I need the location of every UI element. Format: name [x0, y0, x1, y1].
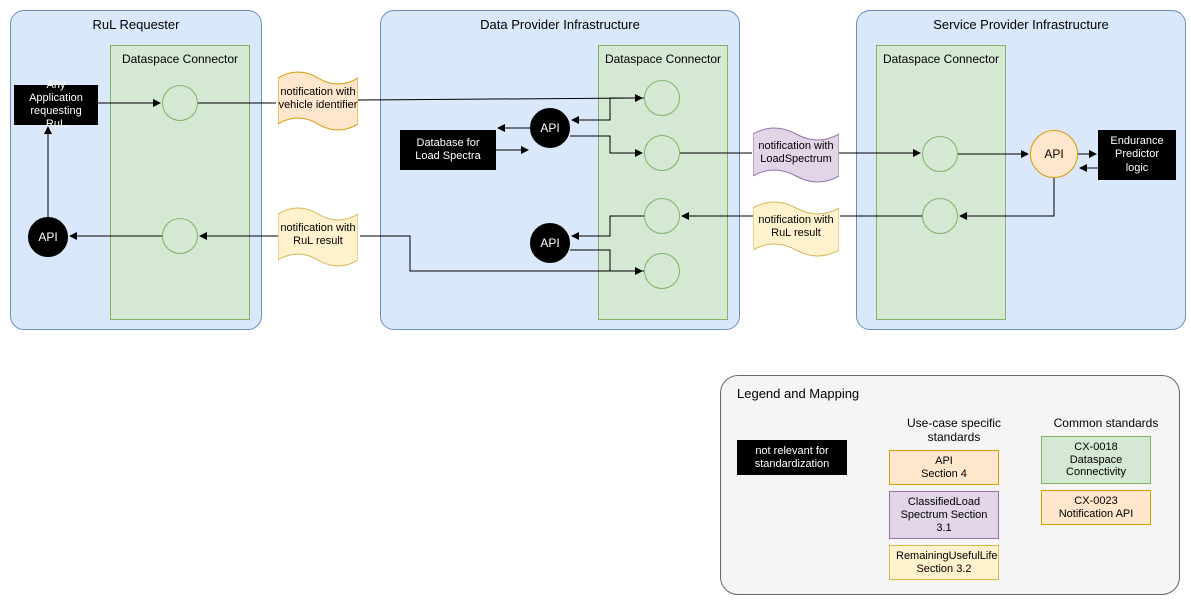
- legend-cx23: CX-0023 Notification API: [1041, 490, 1151, 525]
- database-label: Database for Load Spectra: [405, 137, 491, 163]
- legend-rul-text: RemainingUsefulLife Section 3.2: [896, 550, 998, 575]
- endurance-block: Endurance Predictor logic: [1098, 130, 1176, 180]
- zone-sp-title: Service Provider Infrastructure: [857, 17, 1185, 32]
- legend-panel: Legend and Mapping not relevant for stan…: [720, 375, 1180, 595]
- legend-cx23-text: CX-0023 Notification API: [1059, 495, 1134, 520]
- connector-rul-title: Dataspace Connector: [111, 52, 249, 66]
- sp-api-circle: API: [1030, 130, 1078, 178]
- legend-cx18-text: CX-0018 Dataspace Connectivity: [1066, 441, 1126, 478]
- dp-api-2: API: [530, 223, 570, 263]
- legend-cx18: CX-0018 Dataspace Connectivity: [1041, 436, 1151, 484]
- any-application-label: Any Application requesting RuL: [19, 79, 93, 132]
- legend-api-text: API Section 4: [921, 455, 967, 480]
- rul-port-bottom: [162, 218, 198, 254]
- sp-api-label: API: [1044, 147, 1063, 161]
- legend-rul: RemainingUsefulLife Section 3.2: [889, 545, 999, 580]
- zone-dp-title: Data Provider Infrastructure: [381, 17, 739, 32]
- notif-loadspectrum: notification with LoadSpectrum: [753, 128, 839, 180]
- notif-rul-right: notification with RuL result: [753, 202, 839, 254]
- connector-dp-title: Dataspace Connector: [599, 52, 727, 66]
- legend-not-relevant-text: not relevant for standardization: [755, 445, 830, 470]
- sp-port-top: [922, 136, 958, 172]
- notif-vehicle-id-text: notification with vehicle identifier: [279, 86, 358, 111]
- any-application-block: Any Application requesting RuL: [14, 85, 98, 125]
- database-block: Database for Load Spectra: [400, 130, 496, 170]
- dp-port-3: [644, 198, 680, 234]
- notif-vehicle-id: notification with vehicle identifier: [278, 74, 358, 128]
- rul-api-circle: API: [28, 217, 68, 257]
- connector-sp-title: Dataspace Connector: [877, 52, 1005, 66]
- sp-port-bottom: [922, 198, 958, 234]
- endurance-label: Endurance Predictor logic: [1103, 135, 1171, 175]
- legend-common-heading: Common standards: [1041, 416, 1171, 430]
- legend-cls: ClassifiedLoad Spectrum Section 3.1: [889, 491, 999, 539]
- legend-cls-text: ClassifiedLoad Spectrum Section 3.1: [901, 496, 988, 533]
- notif-rul-left: notification with RuL result: [278, 210, 358, 264]
- zone-rul-title: RuL Requester: [11, 17, 261, 32]
- dp-port-2: [644, 135, 680, 171]
- notif-loadspectrum-text: notification with LoadSpectrum: [758, 140, 833, 165]
- notif-rul-left-text: notification with RuL result: [280, 222, 355, 247]
- legend-api: API Section 4: [889, 450, 999, 485]
- dp-api-2-label: API: [540, 236, 559, 250]
- dp-api-1: API: [530, 108, 570, 148]
- dp-port-4: [644, 253, 680, 289]
- rul-port-top: [162, 85, 198, 121]
- legend-not-relevant: not relevant for standardization: [737, 440, 847, 475]
- dp-port-1: [644, 80, 680, 116]
- dp-api-1-label: API: [540, 121, 559, 135]
- notif-rul-right-text: notification with RuL result: [758, 214, 833, 239]
- legend-title: Legend and Mapping: [737, 386, 859, 401]
- rul-api-label: API: [38, 230, 57, 244]
- connector-sp: Dataspace Connector: [876, 45, 1006, 320]
- legend-usecase-heading: Use-case specific standards: [889, 416, 1019, 444]
